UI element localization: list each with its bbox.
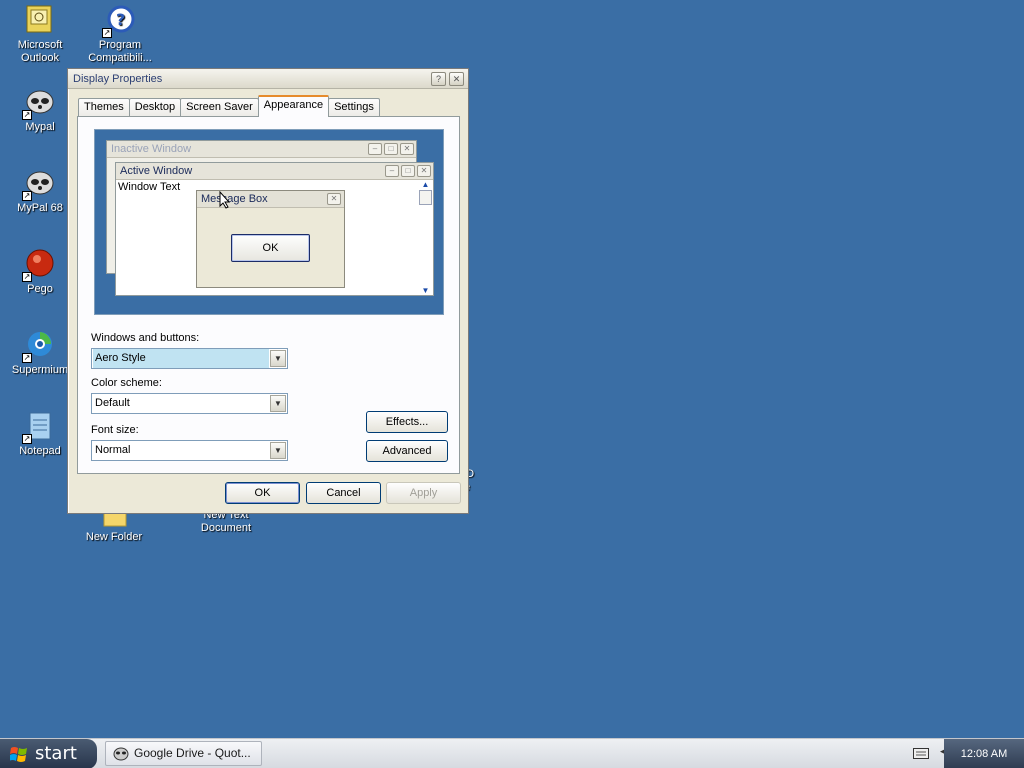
taskbar: start Google Drive - Quot... ◀ 12:08 AM	[0, 738, 1024, 768]
mypal68-icon: ↗	[22, 167, 56, 201]
windows-buttons-value: Aero Style	[93, 349, 269, 368]
desktop-icon-label: Program Compatibili...	[88, 39, 152, 64]
tab-strip: Themes Desktop Screen Saver Appearance S…	[78, 95, 380, 117]
desktop-icon-program-compat[interactable]: ? ↗ Program Compatibili...	[80, 4, 160, 65]
font-size-select[interactable]: Normal ▼	[91, 440, 288, 461]
supermium-icon: ↗	[22, 329, 56, 363]
system-tray-clock[interactable]: 12:08 AM	[944, 739, 1024, 768]
notepad-icon: ↗	[22, 410, 56, 444]
tab-screen-saver[interactable]: Screen Saver	[180, 98, 259, 117]
ok-button[interactable]: OK	[225, 482, 300, 504]
tab-appearance[interactable]: Appearance	[257, 95, 330, 117]
appearance-panel: Inactive Window – □ ✕ Active Window – □ …	[77, 116, 460, 474]
mouse-cursor-icon	[219, 191, 231, 209]
maximize-icon: □	[401, 165, 415, 177]
windows-buttons-select[interactable]: Aero Style ▼	[91, 348, 288, 369]
font-size-value: Normal	[95, 444, 131, 456]
scroll-down-icon: ▼	[421, 286, 430, 295]
mypal-icon: ↗	[22, 86, 56, 120]
maximize-icon: □	[384, 143, 398, 155]
start-label: start	[35, 743, 77, 764]
preview-inactive-title: Inactive Window	[111, 143, 192, 155]
color-scheme-value: Default	[95, 397, 130, 409]
desktop-icon-outlook[interactable]: Microsoft Outlook	[0, 4, 80, 65]
help-icon: ? ↗	[102, 4, 136, 38]
preview-active-titlebar: Active Window – □ ✕	[116, 163, 433, 180]
close-icon: ✕	[452, 74, 461, 84]
taskbar-item-label: Google Drive - Quot...	[134, 746, 251, 760]
outlook-icon	[24, 4, 56, 36]
preview-active-title: Active Window	[120, 165, 193, 177]
help-button[interactable]: ?	[431, 72, 446, 86]
close-icon: ✕	[417, 165, 431, 177]
close-icon: ✕	[327, 193, 341, 205]
font-size-label: Font size:	[91, 424, 139, 436]
window-titlebar[interactable]: Display Properties ? ✕	[68, 69, 468, 89]
preview-inactive-titlebar: Inactive Window – □ ✕	[107, 141, 416, 158]
clock-label: 12:08 AM	[960, 748, 1008, 760]
desktop-icon-label: Mypal	[25, 121, 55, 133]
apply-button[interactable]: Apply	[386, 482, 461, 504]
scroll-up-icon: ▲	[421, 180, 430, 189]
window-title: Display Properties	[73, 73, 163, 85]
chevron-down-icon[interactable]: ▼	[270, 442, 286, 459]
minimize-icon: –	[368, 143, 382, 155]
preview-msgbox-title: Message Box	[201, 193, 268, 205]
desktop-icon-label: Pego	[27, 283, 53, 295]
start-button[interactable]: start	[0, 739, 97, 768]
chevron-down-icon[interactable]: ▼	[270, 350, 286, 367]
desktop-icon-new-folder[interactable]: New Folder	[74, 510, 154, 544]
preview-ok-button: OK	[231, 234, 310, 262]
windows-flag-icon	[10, 747, 27, 762]
minimize-icon: –	[385, 165, 399, 177]
preview-scrollbar: ▲ ▼	[418, 180, 433, 295]
desktop: { "desktop": { "icons": [ {"label": "Mic…	[0, 0, 1024, 768]
windows-buttons-label: Windows and buttons:	[91, 332, 200, 344]
desktop-icon-label: Supermium	[11, 364, 69, 376]
svg-text:?: ?	[116, 10, 125, 29]
advanced-button[interactable]: Advanced	[366, 440, 448, 462]
desktop-icon-label: New Folder	[85, 531, 143, 543]
cancel-button[interactable]: Cancel	[306, 482, 381, 504]
effects-button[interactable]: Effects...	[366, 411, 448, 433]
taskbar-item-google-drive[interactable]: Google Drive - Quot...	[105, 741, 262, 766]
scroll-thumb	[419, 190, 432, 205]
display-properties-window: Display Properties ? ✕ Themes Desktop Sc…	[67, 68, 469, 514]
keyboard-icon[interactable]	[913, 747, 929, 760]
tab-themes[interactable]: Themes	[78, 98, 130, 117]
close-button[interactable]: ✕	[449, 72, 464, 86]
color-scheme-select[interactable]: Default ▼	[91, 393, 288, 414]
desktop-icon-label: Microsoft Outlook	[17, 39, 63, 64]
desktop-icon-label: MyPal 68	[17, 202, 63, 214]
tab-settings[interactable]: Settings	[328, 98, 380, 117]
pego-icon: ↗	[22, 248, 56, 282]
color-scheme-label: Color scheme:	[91, 377, 162, 389]
desktop-icon-label: Notepad	[19, 445, 61, 457]
close-icon: ✕	[400, 143, 414, 155]
appearance-preview: Inactive Window – □ ✕ Active Window – □ …	[94, 129, 444, 315]
chevron-down-icon[interactable]: ▼	[270, 395, 286, 412]
mypal-icon	[113, 747, 129, 761]
tab-desktop[interactable]: Desktop	[128, 98, 182, 117]
